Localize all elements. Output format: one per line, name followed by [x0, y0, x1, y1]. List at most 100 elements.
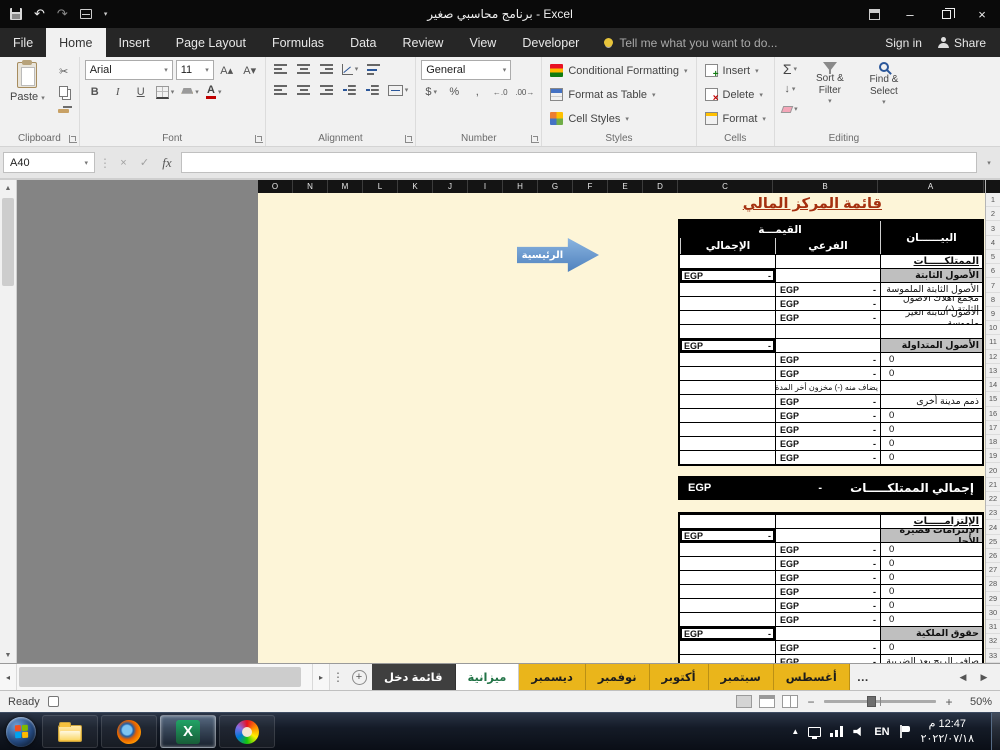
row-header-21[interactable]: 21 — [986, 478, 1000, 492]
desc-cell[interactable]: 0 — [880, 612, 982, 626]
delete-cells-button[interactable]: Delete▾ — [702, 84, 769, 105]
macro-record-icon[interactable] — [47, 696, 59, 707]
value-cell[interactable]: EGP - — [775, 366, 880, 380]
row-header-19[interactable]: 19 — [986, 449, 1000, 464]
page-break-view-button[interactable] — [782, 695, 798, 708]
ribbon-tab-file[interactable]: File — [0, 28, 46, 57]
sheet-tab-أغسطس[interactable]: أغسطس — [773, 664, 850, 690]
align-right-button[interactable] — [317, 81, 337, 99]
start-button[interactable] — [6, 716, 36, 747]
number-dialog-launcher[interactable] — [531, 135, 540, 143]
fill-button[interactable]: ↓ ▾ — [780, 80, 800, 98]
row-header-8[interactable]: 8 — [986, 293, 1000, 307]
column-header-E[interactable]: E — [608, 180, 643, 193]
decrease-decimal-button[interactable]: .00→ — [513, 83, 536, 101]
fill-color-button[interactable]: ▾ — [179, 83, 201, 101]
row-header-33[interactable]: 33 — [986, 649, 1000, 663]
ribbon-tab-developer[interactable]: Developer — [509, 28, 592, 57]
cell[interactable] — [680, 584, 775, 598]
number-format-combo[interactable]: General ▾ — [421, 60, 512, 80]
close-button[interactable]: × — [964, 0, 1000, 28]
taskbar-app-file-explorer[interactable] — [42, 715, 98, 748]
cell[interactable] — [680, 408, 775, 422]
borders-button[interactable]: ▾ — [154, 83, 177, 101]
merge-center-button[interactable]: ▾ — [386, 81, 411, 99]
row-header-9[interactable]: 9 — [986, 307, 1000, 322]
name-box[interactable]: A40 ▾ — [3, 152, 95, 173]
undo-button[interactable]: ↶ — [34, 6, 45, 22]
value-cell[interactable]: EGP - — [775, 450, 880, 464]
accounting-format-button[interactable]: $ ▾ — [421, 83, 441, 101]
autosum-button[interactable]: Σ ▾ — [780, 60, 800, 78]
desc-cell[interactable]: 0 — [880, 570, 982, 584]
desc-cell[interactable]: الأصول الثابتة الغير ملموسة — [880, 310, 982, 324]
desc-cell[interactable]: الإلتزامـــــات — [880, 514, 982, 528]
expand-formula-bar-button[interactable]: ▾ — [981, 159, 997, 167]
cell-styles-button[interactable]: Cell Styles ▾ — [547, 108, 690, 129]
horizontal-scroll-thumb[interactable] — [19, 667, 301, 687]
conditional-formatting-button[interactable]: Conditional Formatting ▾ — [547, 60, 690, 81]
desc-cell[interactable]: ذمم مدينة أخرى — [880, 394, 982, 408]
value-cell[interactable]: EGP - — [775, 282, 880, 296]
column-header-M[interactable]: M — [328, 180, 363, 193]
vertical-scroll-thumb[interactable] — [2, 198, 14, 286]
value-cell[interactable]: EGP - — [775, 296, 880, 310]
row-header-23[interactable]: 23 — [986, 506, 1000, 521]
horizontal-scroll-track[interactable] — [17, 664, 313, 690]
zoom-level[interactable]: 50% — [962, 696, 992, 708]
show-desktop-button[interactable] — [991, 713, 1000, 750]
desc-cell[interactable]: الأصول الثابتة — [880, 268, 982, 282]
column-header-G[interactable]: G — [538, 180, 573, 193]
value-cell[interactable]: EGP - — [680, 268, 775, 282]
value-cell[interactable]: EGP - — [775, 584, 880, 598]
value-cell[interactable]: EGP - — [775, 654, 880, 663]
cell[interactable] — [680, 556, 775, 570]
cell[interactable] — [775, 528, 880, 542]
row-header-4[interactable]: 4 — [986, 236, 1000, 250]
customize-quick-access-button[interactable]: ▾ — [104, 10, 108, 18]
cell[interactable] — [680, 254, 775, 268]
taskbar-app-firefox[interactable] — [101, 715, 157, 748]
clock[interactable]: 12:47 م ٢٠٢٢/٠٧/١٨ — [919, 717, 976, 746]
ribbon-tab-insert[interactable]: Insert — [106, 28, 163, 57]
desc-cell[interactable]: 0 — [880, 408, 982, 422]
value-cell[interactable]: EGP - — [775, 394, 880, 408]
format-as-table-button[interactable]: Format as Table ▾ — [547, 84, 690, 105]
column-header-J[interactable]: J — [433, 180, 468, 193]
align-middle-button[interactable] — [294, 60, 314, 78]
cell[interactable] — [680, 514, 775, 528]
paste-button[interactable]: Paste ▾ — [5, 60, 50, 105]
ribbon-tab-data[interactable]: Data — [337, 28, 389, 57]
cell[interactable] — [775, 268, 880, 282]
value-cell[interactable]: EGP - — [680, 338, 775, 352]
row-header-25[interactable]: 25 — [986, 535, 1000, 549]
desc-cell[interactable]: الأصول المتداولة — [880, 338, 982, 352]
display-tray-icon[interactable] — [808, 726, 822, 739]
row-header-18[interactable]: 18 — [986, 435, 1000, 450]
desc-cell[interactable] — [880, 324, 982, 338]
column-header-C[interactable]: C — [678, 180, 773, 193]
value-cell[interactable]: EGP - — [680, 528, 775, 542]
bold-button[interactable]: B — [85, 83, 105, 101]
ribbon-tab-formulas[interactable]: Formulas — [259, 28, 337, 57]
column-header-B[interactable]: B — [773, 180, 878, 193]
column-header-A[interactable]: A — [878, 180, 984, 193]
row-header-17[interactable]: 17 — [986, 421, 1000, 435]
network-icon[interactable] — [830, 726, 845, 737]
ribbon-tab-view[interactable]: View — [456, 28, 509, 57]
value-cell[interactable]: EGP - — [775, 556, 880, 570]
cell[interactable] — [775, 324, 880, 338]
decrease-font-button[interactable]: A▾ — [240, 61, 260, 79]
enter-button[interactable]: ✓ — [136, 156, 153, 169]
normal-view-button[interactable] — [736, 695, 752, 708]
minimize-button[interactable]: – — [892, 0, 928, 28]
format-painter-button[interactable] — [54, 102, 74, 120]
clipboard-dialog-launcher[interactable] — [68, 135, 77, 143]
font-name-combo[interactable]: Arial ▾ — [84, 60, 173, 80]
cell[interactable] — [775, 254, 880, 268]
cancel-button[interactable]: × — [115, 157, 132, 169]
align-center-button[interactable] — [294, 81, 314, 99]
touch-mouse-mode-button[interactable] — [79, 9, 92, 19]
note-cell[interactable]: يضاف منه (-) مخزون أخر المدة — [775, 380, 880, 394]
next-sheet-button[interactable]: ▶ — [975, 668, 993, 686]
